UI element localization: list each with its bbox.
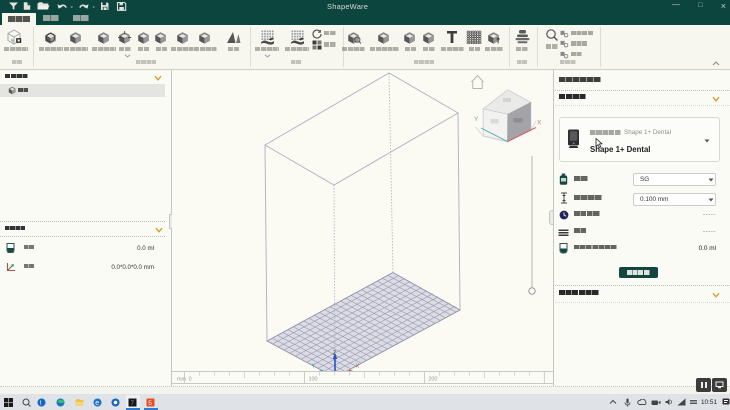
- svg-text:e: e: [95, 400, 99, 407]
- svg-text:X: X: [537, 120, 542, 127]
- svg-text:X: X: [356, 364, 360, 370]
- svg-text:Y: Y: [474, 116, 479, 123]
- svg-text:7: 7: [131, 400, 135, 407]
- svg-text:100: 100: [309, 377, 318, 383]
- svg-text:Y: Y: [312, 364, 316, 370]
- svg-text:0: 0: [189, 377, 192, 383]
- svg-text:5: 5: [148, 400, 152, 407]
- svg-text:200: 200: [428, 377, 437, 383]
- svg-text:mm: mm: [177, 377, 186, 383]
